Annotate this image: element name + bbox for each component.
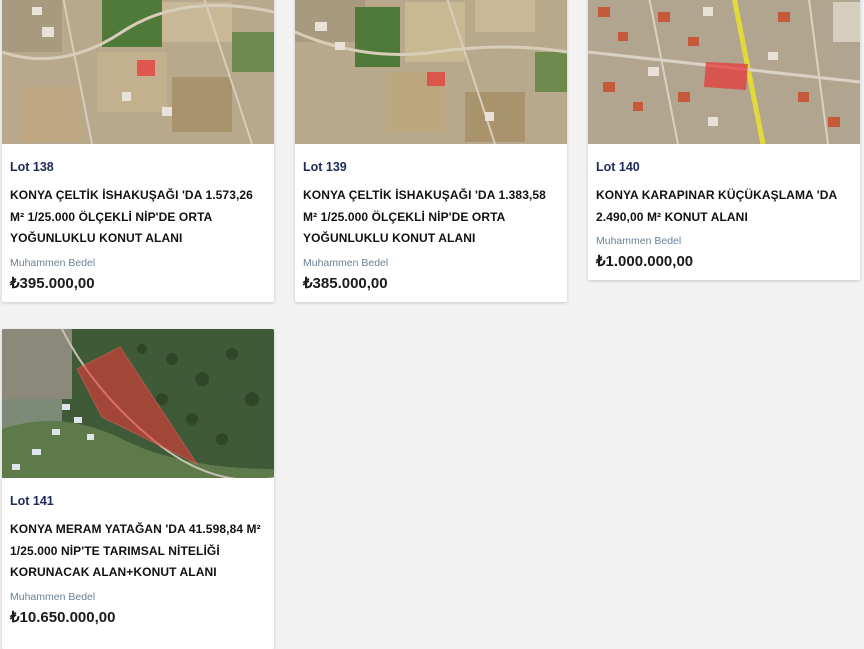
lot-title[interactable]: KONYA KARAPINAR KÜÇÜKAŞLAMA 'DA 2.490,00… — [596, 185, 852, 228]
lot-card-138[interactable]: Lot 138 KONYA ÇELTİK İSHAKUŞAĞI 'DA 1.57… — [2, 0, 274, 302]
lot-number: Lot 139 — [303, 160, 347, 174]
price-label: Muhammen Bedel — [10, 590, 96, 603]
satellite-map-image[interactable] — [295, 0, 567, 144]
lot-card-140[interactable]: Lot 140 KONYA KARAPINAR KÜÇÜKAŞLAMA 'DA … — [588, 0, 860, 280]
lot-number: Lot 140 — [596, 160, 640, 174]
lot-number: Lot 138 — [10, 160, 54, 174]
price-value: ₺385.000,00 — [303, 274, 388, 292]
satellite-map-image[interactable] — [2, 329, 274, 478]
satellite-map-graphic — [2, 329, 274, 478]
lot-title[interactable]: KONYA ÇELTİK İSHAKUŞAĞI 'DA 1.573,26 M² … — [10, 185, 266, 250]
price-value: ₺395.000,00 — [10, 274, 95, 292]
price-label: Muhammen Bedel — [10, 256, 96, 269]
price-value: ₺1.000.000,00 — [596, 253, 694, 270]
lot-card-139[interactable]: Lot 139 KONYA ÇELTİK İSHAKUŞAĞI 'DA 1.38… — [295, 0, 567, 302]
satellite-map-graphic — [295, 0, 567, 144]
lot-title[interactable]: KONYA MERAM YATAĞAN 'DA 41.598,84 M² 1/2… — [10, 519, 266, 584]
satellite-map-graphic — [588, 0, 860, 144]
lot-number: Lot 141 — [10, 494, 54, 508]
price-label: Muhammen Bedel — [596, 235, 682, 247]
lot-title[interactable]: KONYA ÇELTİK İSHAKUŞAĞI 'DA 1.383,58 M² … — [303, 185, 559, 250]
lot-card-141[interactable]: Lot 141 KONYA MERAM YATAĞAN 'DA 41.598,8… — [2, 329, 274, 649]
satellite-map-image[interactable] — [2, 0, 274, 144]
price-label: Muhammen Bedel — [303, 256, 389, 269]
satellite-map-image[interactable] — [588, 0, 860, 144]
satellite-map-graphic — [2, 0, 274, 144]
price-value: ₺10.650.000,00 — [10, 608, 116, 626]
